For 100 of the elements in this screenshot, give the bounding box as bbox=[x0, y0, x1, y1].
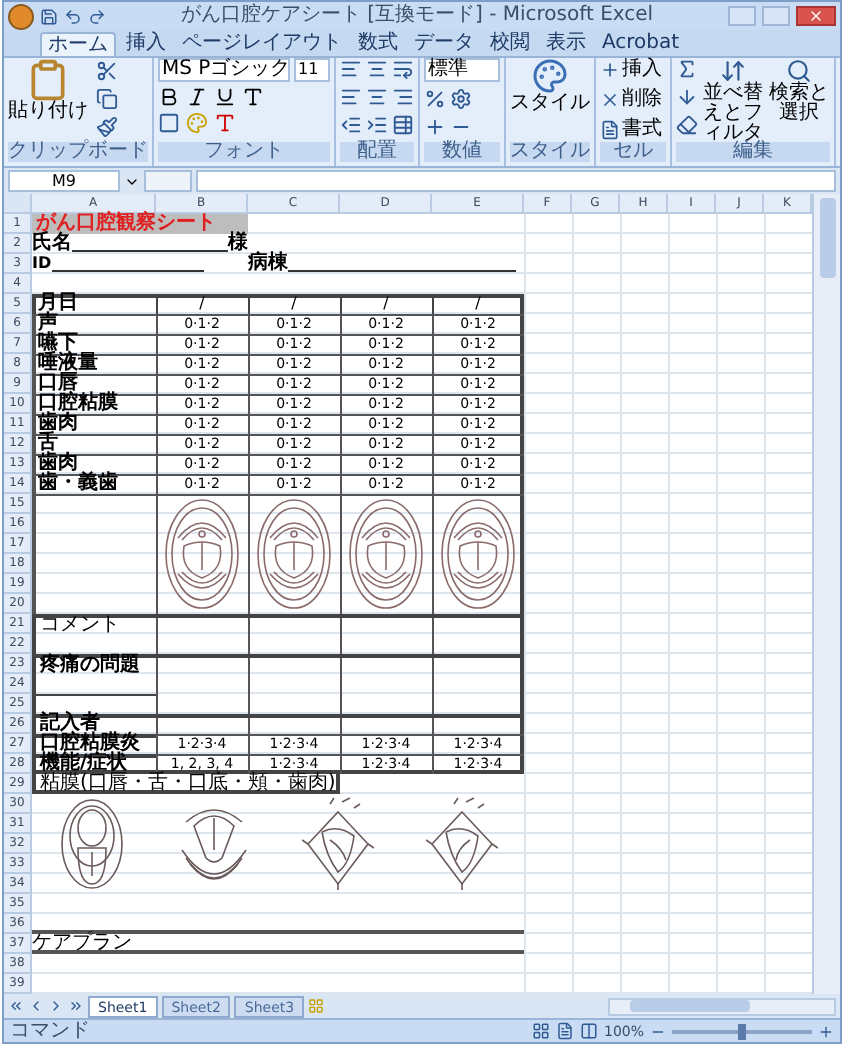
recorder-label: 記入者 bbox=[32, 714, 156, 734]
horizontal-scrollbar[interactable] bbox=[608, 997, 836, 1015]
next-sheet-icon[interactable] bbox=[48, 998, 64, 1014]
sort-icon bbox=[720, 58, 746, 84]
comment-label: コメント bbox=[32, 614, 156, 654]
ribbon-tab[interactable]: 表示 bbox=[540, 32, 592, 56]
ribbon-tab[interactable]: ホーム bbox=[40, 32, 116, 56]
table-cell: 歯・義歯 bbox=[32, 474, 156, 494]
search-icon bbox=[786, 58, 812, 84]
paste-button[interactable]: 貼り付け bbox=[8, 58, 88, 122]
palette-icon bbox=[532, 58, 568, 94]
table-cell: 歯肉 bbox=[32, 454, 156, 474]
fill-icon[interactable] bbox=[676, 86, 698, 108]
redo-icon[interactable] bbox=[88, 7, 106, 25]
page-break-view-icon[interactable] bbox=[579, 1022, 598, 1040]
merge-icon[interactable] bbox=[392, 114, 414, 136]
open-mouth-drawing bbox=[440, 498, 516, 610]
table-cell: 声 bbox=[32, 314, 156, 334]
open-mouth-drawing bbox=[348, 498, 424, 610]
table-cell: 口腔粘膜炎 bbox=[32, 734, 156, 754]
align-center-icon[interactable] bbox=[366, 86, 388, 108]
align-right-icon[interactable] bbox=[392, 86, 414, 108]
ribbon-tab[interactable]: Acrobat bbox=[596, 32, 686, 56]
previous-sheet-icon[interactable] bbox=[28, 998, 44, 1014]
table-cell: 月日 bbox=[32, 294, 156, 314]
name-box[interactable]: M9 bbox=[8, 170, 120, 192]
styles-button[interactable]: スタイル bbox=[510, 58, 590, 114]
open-mouth-drawing bbox=[164, 498, 240, 610]
page-layout-view-icon[interactable] bbox=[555, 1022, 574, 1040]
date-cell[interactable]: / bbox=[432, 294, 524, 314]
percent-icon[interactable] bbox=[424, 88, 446, 110]
indent-icon[interactable] bbox=[366, 114, 388, 136]
ribbon-tab[interactable]: 挿入 bbox=[120, 32, 172, 56]
name-label: 氏名 bbox=[32, 234, 72, 254]
normal-view-icon[interactable] bbox=[531, 1022, 550, 1040]
table-cell: 歯肉 bbox=[32, 414, 156, 434]
name-fill-in-line[interactable] bbox=[72, 248, 228, 252]
vertical-scrollbar[interactable] bbox=[812, 194, 840, 994]
cut-icon[interactable] bbox=[96, 60, 118, 82]
table-cell bbox=[32, 694, 156, 714]
ribbon-tab[interactable]: 数式 bbox=[352, 32, 404, 56]
fill-color-icon[interactable] bbox=[186, 112, 208, 134]
copy-icon[interactable] bbox=[96, 88, 118, 110]
wrap-text-icon[interactable] bbox=[392, 58, 414, 80]
name-suffix: 様 bbox=[228, 234, 248, 254]
office-button[interactable] bbox=[8, 3, 34, 29]
ribbon-group-label: 編集 bbox=[676, 142, 830, 162]
bold-icon[interactable] bbox=[158, 86, 180, 108]
last-sheet-icon[interactable] bbox=[68, 998, 84, 1014]
tongue-drawing bbox=[58, 796, 126, 892]
insert-icon bbox=[600, 60, 620, 80]
sum-icon[interactable] bbox=[676, 58, 698, 80]
status-mode: コマンド bbox=[10, 1021, 92, 1041]
zoom-slider-thumb[interactable] bbox=[738, 1023, 746, 1039]
close-icon bbox=[808, 8, 824, 24]
table-cell: 嚥下 bbox=[32, 334, 156, 354]
ribbon-group-label: 配置 bbox=[340, 142, 414, 162]
first-sheet-icon[interactable] bbox=[8, 998, 24, 1014]
id-label: ID bbox=[32, 254, 52, 274]
lip-sketch-drawing bbox=[302, 796, 374, 892]
find-select-button[interactable]: 検索と選択 bbox=[768, 58, 830, 144]
id-fill-in-line[interactable] bbox=[51, 268, 204, 272]
font-size-field[interactable]: 11 bbox=[294, 58, 330, 82]
ribbon-group-label: フォント bbox=[158, 142, 330, 162]
date-cell[interactable]: / bbox=[248, 294, 340, 314]
ribbon-group-label: スタイル bbox=[510, 142, 590, 162]
underline-icon[interactable] bbox=[214, 86, 236, 108]
ward-label: 病棟 bbox=[248, 254, 288, 274]
table-cell: 唾液量 bbox=[32, 354, 156, 374]
pain-label: 疼痛の問題 bbox=[32, 654, 156, 694]
ribbon-tab[interactable]: 校閲 bbox=[484, 32, 536, 56]
date-cell[interactable]: / bbox=[340, 294, 432, 314]
zoom-in-icon[interactable] bbox=[818, 1023, 834, 1039]
date-cell[interactable]: / bbox=[156, 294, 248, 314]
align-left-icon[interactable] bbox=[340, 86, 362, 108]
ward-fill-in-line[interactable] bbox=[288, 268, 516, 272]
sheet-title: がん口腔観察シート bbox=[32, 214, 248, 234]
save-icon[interactable] bbox=[40, 7, 58, 25]
cell-command-button[interactable]: 書式 bbox=[600, 118, 666, 142]
cell-command-button[interactable]: 削除 bbox=[600, 88, 666, 112]
format-painter-icon[interactable] bbox=[96, 116, 118, 138]
cell-command-button[interactable]: 挿入 bbox=[600, 58, 666, 82]
delete-icon bbox=[600, 90, 620, 110]
clear-icon[interactable] bbox=[676, 114, 698, 136]
clipboard-icon bbox=[26, 58, 70, 102]
close-button[interactable] bbox=[796, 6, 836, 26]
italic-icon[interactable] bbox=[186, 86, 208, 108]
undo-icon[interactable] bbox=[64, 7, 82, 25]
font-name-field[interactable]: MS Pゴシック bbox=[158, 58, 290, 82]
format-icon bbox=[600, 120, 620, 140]
formula-field[interactable] bbox=[196, 170, 836, 192]
border-icon[interactable] bbox=[158, 112, 180, 134]
ribbon-tab[interactable]: ページレイアウト bbox=[176, 32, 348, 56]
font-color-icon[interactable] bbox=[214, 112, 236, 134]
care-plan-label: ケアプラン bbox=[32, 932, 132, 954]
ribbon-group-label: 数値 bbox=[424, 142, 500, 162]
outdent-icon[interactable] bbox=[340, 114, 362, 136]
number-format-field[interactable]: 標準 bbox=[424, 58, 500, 82]
ribbon-tab[interactable]: データ bbox=[408, 32, 480, 56]
ribbon-group-label: セル bbox=[600, 142, 666, 162]
